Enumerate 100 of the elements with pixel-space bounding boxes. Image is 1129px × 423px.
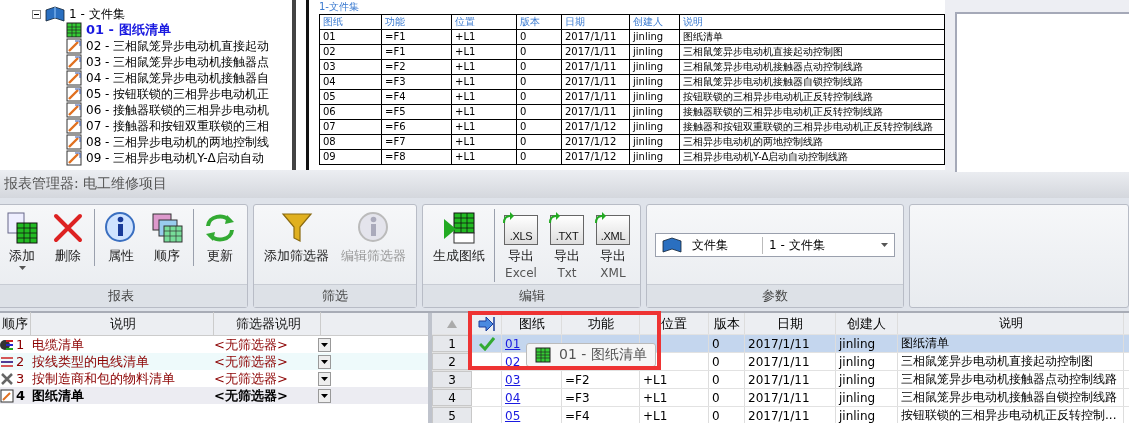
report-name: 电缆清单: [31, 335, 85, 354]
table-cell: 0: [709, 353, 745, 370]
table-cell: 02: [319, 45, 381, 59]
group-label: 参数: [647, 284, 903, 307]
table-cell: +L1: [640, 407, 709, 423]
button-label: 导出: [508, 247, 534, 264]
button-label: 添加: [9, 247, 35, 264]
column-header: 版本: [516, 15, 561, 29]
table-cell: 2017/1/11: [561, 90, 629, 104]
export-file-icon: .XML: [596, 215, 630, 245]
table-cell: 2017/1/12: [561, 120, 629, 134]
order-number: 2: [16, 354, 25, 369]
table-cell: jinling: [629, 60, 679, 74]
document-heading: 1-文件集: [319, 0, 360, 14]
table-cell: jinling: [836, 371, 898, 388]
order-number: 3: [16, 371, 25, 386]
table-cell: =F8: [381, 150, 451, 164]
table-cell: jinling: [836, 407, 898, 423]
column-header: 功能: [381, 15, 451, 29]
table-cell: 08: [319, 135, 381, 149]
table-cell: =F4: [562, 407, 640, 423]
table-cell: =F6: [381, 120, 451, 134]
table-cell: 0: [516, 45, 561, 59]
table-cell: +L1: [640, 389, 709, 406]
table-cell: 2017/1/11: [561, 105, 629, 119]
table-cell: +L1: [451, 60, 516, 74]
field-label: 文件集: [688, 236, 763, 254]
export-file-icon: .TXT: [550, 215, 584, 245]
filter-value: <无筛选器>: [213, 386, 289, 405]
filter-value: <无筛选器>: [213, 335, 289, 354]
table-cell: 0: [516, 60, 561, 74]
table-cell: 2017/1/12: [561, 150, 629, 164]
table-cell: +L1: [451, 135, 516, 149]
table-cell: +L1: [451, 75, 516, 89]
table-cell: 2017/1/11: [561, 75, 629, 89]
table-cell: =F4: [381, 90, 451, 104]
table-cell: 0: [709, 371, 745, 388]
table-cell: +L1: [451, 105, 516, 119]
table-cell: 03: [319, 60, 381, 74]
table-cell: 0: [516, 75, 561, 89]
table-cell: 05: [319, 90, 381, 104]
dropdown-value: 1 - 文件集: [769, 236, 826, 254]
table-cell: 07: [319, 120, 381, 134]
table-cell: 2017/1/11: [745, 335, 836, 352]
table-cell: jinling: [836, 389, 898, 406]
table-cell: +L1: [451, 45, 516, 59]
filter-value: <无筛选器>: [213, 369, 289, 388]
filter-value: <无筛选器>: [213, 352, 289, 371]
group-label: 筛选: [254, 284, 416, 307]
table-cell: 2017/1/11: [745, 371, 836, 388]
table-cell: 三相鼠笼异步电动机接触器点动控制线路: [898, 371, 1124, 388]
table-cell: jinling: [629, 105, 679, 119]
report-name: 按制造商和包的物料清单: [31, 369, 176, 388]
table-cell: 2017/1/11: [745, 389, 836, 406]
table-cell: 01: [319, 30, 381, 44]
table-cell: 按钮联锁的三相异步电动机正反转控制...: [898, 407, 1124, 423]
table-cell: 06: [319, 105, 381, 119]
table-cell: 2017/1/11: [561, 60, 629, 74]
table-cell: =F1: [381, 30, 451, 44]
table-cell: =F3: [562, 389, 640, 406]
table-cell: 2017/1/11: [561, 45, 629, 59]
group-label: 编辑: [423, 284, 640, 307]
table-cell: 2017/1/11: [561, 30, 629, 44]
button-label: 更新: [207, 247, 233, 264]
table-cell: jinling: [629, 30, 679, 44]
button-label: 添加筛选器: [264, 247, 329, 264]
table-cell: 09: [319, 150, 381, 164]
window-title: 报表管理器: 电工维修项目: [4, 175, 168, 193]
table-cell: jinling: [629, 135, 679, 149]
table-cell: =F5: [381, 105, 451, 119]
column-header: 日期: [561, 15, 629, 29]
table-cell: jinling: [629, 150, 679, 164]
button-label: 属性: [108, 247, 134, 264]
table-cell: 三相鼠笼异步电动机接触器自锁控制线路: [898, 389, 1124, 406]
table-cell: 图纸清单: [898, 335, 1124, 352]
table-cell: +L1: [451, 90, 516, 104]
table-cell: 0: [516, 105, 561, 119]
table-cell: +L1: [451, 120, 516, 134]
table-cell: =F2: [381, 60, 451, 74]
button-sublabel: Txt: [557, 266, 577, 280]
table-cell: jinling: [836, 335, 898, 352]
button-label: 删除: [55, 247, 81, 264]
table-cell: 2017/1/11: [745, 407, 836, 423]
table-cell: 0: [516, 90, 561, 104]
table-cell: =F7: [381, 135, 451, 149]
table-cell: =F3: [381, 75, 451, 89]
order-number: 1: [16, 337, 25, 352]
report-name: 按线类型的电线清单: [31, 352, 150, 371]
table-cell: +L1: [451, 30, 516, 44]
export-file-icon: .XLS: [504, 215, 538, 245]
button-label: 编辑筛选器: [341, 247, 406, 264]
button-sublabel: Excel: [505, 266, 537, 280]
column-header: 位置: [451, 15, 516, 29]
table-cell: jinling: [629, 45, 679, 59]
table-cell: =F1: [381, 45, 451, 59]
table-cell: 0: [709, 407, 745, 423]
table-cell: +L1: [640, 371, 709, 388]
table-cell: 04: [319, 75, 381, 89]
button-label: 顺序: [154, 247, 180, 264]
table-cell: jinling: [629, 75, 679, 89]
